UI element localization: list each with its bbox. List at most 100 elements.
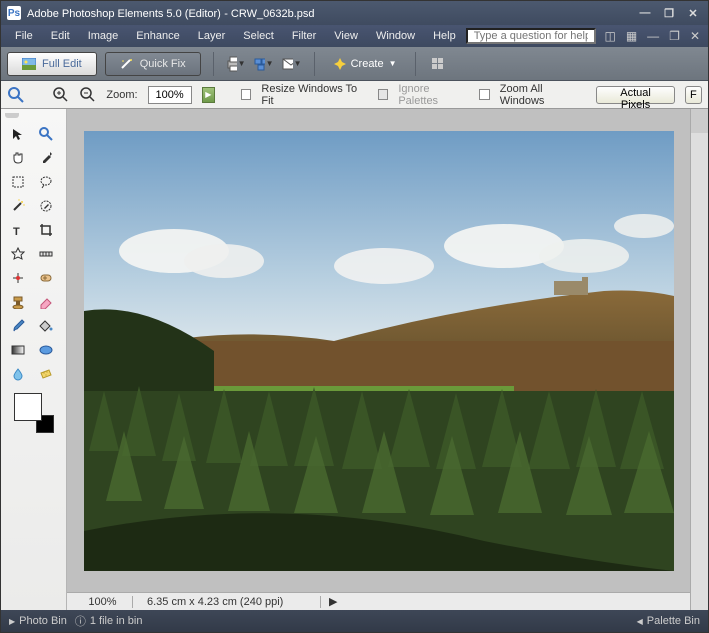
canvas-viewport[interactable] bbox=[67, 109, 690, 592]
lasso-tool[interactable] bbox=[33, 171, 59, 193]
quick-fix-label: Quick Fix bbox=[140, 58, 186, 70]
foreground-color-swatch[interactable] bbox=[14, 393, 42, 421]
menu-window[interactable]: Window bbox=[368, 28, 423, 44]
zoom-in-icon[interactable] bbox=[52, 86, 69, 104]
close-button[interactable]: ✕ bbox=[684, 6, 702, 21]
status-dimensions: 6.35 cm x 4.23 cm (240 ppi) bbox=[141, 596, 321, 608]
palette-bin-toggle[interactable]: ◀ Palette Bin bbox=[637, 615, 700, 627]
minimize-button[interactable]: — bbox=[636, 6, 654, 21]
quick-fix-tab[interactable]: Quick Fix bbox=[105, 52, 201, 76]
menu-image[interactable]: Image bbox=[80, 28, 127, 44]
cookie-cutter-tool[interactable] bbox=[5, 243, 31, 265]
help-search-input[interactable] bbox=[466, 28, 596, 44]
file-count-text: 1 file in bin bbox=[90, 615, 143, 627]
blur-tool[interactable] bbox=[5, 363, 31, 385]
toolbox: T bbox=[1, 109, 67, 610]
eyedropper-tool[interactable] bbox=[33, 147, 59, 169]
svg-text:T: T bbox=[13, 226, 20, 237]
zoom-out-icon[interactable] bbox=[79, 86, 96, 104]
move-tool[interactable] bbox=[5, 123, 31, 145]
thumbnail-grid-icon[interactable] bbox=[428, 54, 448, 74]
document-image bbox=[84, 131, 674, 571]
zoom-tool-indicator-icon bbox=[7, 86, 24, 104]
healing-brush-tool[interactable] bbox=[33, 267, 59, 289]
maximize-button[interactable]: ❐ bbox=[660, 6, 678, 21]
footer-bar: ▶ Photo Bin ⓘ 1 file in bin ◀ Palette Bi… bbox=[1, 610, 708, 632]
create-button[interactable]: Create ▼ bbox=[327, 57, 403, 71]
photo-bin-label: Photo Bin bbox=[19, 615, 67, 627]
eraser-tool[interactable] bbox=[33, 291, 59, 313]
full-edit-tab[interactable]: Full Edit bbox=[7, 52, 97, 76]
paint-bucket-tool[interactable] bbox=[33, 315, 59, 337]
crop-tool[interactable] bbox=[33, 219, 59, 241]
type-tool[interactable]: T bbox=[5, 219, 31, 241]
palette-dock bbox=[690, 109, 708, 610]
app-icon: Ps bbox=[7, 6, 21, 20]
actual-pixels-button[interactable]: Actual Pixels bbox=[596, 86, 674, 104]
gradient-tool[interactable] bbox=[5, 339, 31, 361]
ignore-palettes-checkbox bbox=[378, 89, 389, 100]
menubar: File Edit Image Enhance Layer Select Fil… bbox=[1, 25, 708, 47]
sponge-tool[interactable] bbox=[33, 363, 59, 385]
document-name: CRW_0632b.psd bbox=[231, 8, 315, 20]
options-bar: Zoom: ▶ Resize Windows To Fit Ignore Pal… bbox=[1, 81, 708, 109]
ignore-palettes-label: Ignore Palettes bbox=[398, 83, 469, 107]
magic-wand-tool[interactable] bbox=[5, 195, 31, 217]
menu-filter[interactable]: Filter bbox=[284, 28, 324, 44]
photo-bin-toggle[interactable]: ▶ Photo Bin bbox=[9, 615, 67, 627]
resize-windows-label: Resize Windows To Fit bbox=[261, 83, 367, 107]
grid-toggle-icon[interactable]: ▦ bbox=[624, 29, 639, 43]
zoom-all-label: Zoom All Windows bbox=[500, 83, 587, 107]
status-zoom[interactable]: 100% bbox=[73, 596, 133, 608]
chevron-down-icon: ▼ bbox=[294, 59, 302, 68]
info-icon: ⓘ bbox=[75, 613, 86, 629]
print-icon[interactable]: ▼ bbox=[226, 54, 246, 74]
menu-edit[interactable]: Edit bbox=[43, 28, 78, 44]
menu-enhance[interactable]: Enhance bbox=[128, 28, 187, 44]
menu-file[interactable]: File bbox=[7, 28, 41, 44]
menu-view[interactable]: View bbox=[326, 28, 366, 44]
zoom-all-checkbox[interactable] bbox=[479, 89, 490, 100]
app-name: Adobe Photoshop Elements 5.0 (Editor) bbox=[27, 8, 221, 20]
document-status-bar: 100% 6.35 cm x 4.23 cm (240 ppi) ▶ bbox=[67, 592, 690, 610]
email-icon[interactable]: ▼ bbox=[282, 54, 302, 74]
canvas[interactable] bbox=[84, 131, 674, 571]
chevron-down-icon: ▼ bbox=[389, 59, 397, 68]
doc-restore-icon[interactable]: ❐ bbox=[667, 29, 682, 43]
menu-help[interactable]: Help bbox=[425, 28, 464, 44]
toolbox-grip[interactable] bbox=[5, 113, 19, 118]
status-menu-arrow-icon[interactable]: ▶ bbox=[329, 595, 337, 608]
main-area: T bbox=[1, 109, 708, 610]
zoom-input[interactable] bbox=[148, 86, 192, 104]
palette-grip[interactable] bbox=[691, 109, 708, 133]
zoom-stepper-button[interactable]: ▶ bbox=[202, 87, 215, 103]
titlebar: Ps Adobe Photoshop Elements 5.0 (Editor)… bbox=[1, 1, 708, 25]
resize-windows-checkbox[interactable] bbox=[241, 89, 252, 100]
brush-tool[interactable] bbox=[5, 315, 31, 337]
red-eye-tool[interactable] bbox=[5, 267, 31, 289]
hand-tool[interactable] bbox=[5, 147, 31, 169]
organize-icon[interactable]: ▼ bbox=[254, 54, 274, 74]
modes-toolbar: Full Edit Quick Fix ▼ ▼ ▼ Create ▼ bbox=[1, 47, 708, 81]
file-count: ⓘ 1 file in bin bbox=[75, 613, 143, 629]
color-swatches[interactable] bbox=[14, 393, 54, 433]
menu-layer[interactable]: Layer bbox=[190, 28, 234, 44]
title-text: Adobe Photoshop Elements 5.0 (Editor) - … bbox=[27, 6, 630, 20]
palette-toggle-icon[interactable]: ◫ bbox=[602, 29, 617, 43]
marquee-tool[interactable] bbox=[5, 171, 31, 193]
zoom-label: Zoom: bbox=[106, 89, 137, 101]
zoom-tool[interactable] bbox=[33, 123, 59, 145]
menu-select[interactable]: Select bbox=[235, 28, 282, 44]
triangle-left-icon: ◀ bbox=[637, 617, 643, 626]
triangle-right-icon: ▶ bbox=[9, 617, 15, 626]
selection-brush-tool[interactable] bbox=[33, 195, 59, 217]
photo-icon bbox=[22, 58, 36, 70]
separator bbox=[314, 52, 315, 76]
doc-minimize-icon[interactable]: — bbox=[645, 29, 661, 43]
palette-bin-label: Palette Bin bbox=[647, 615, 700, 627]
fit-screen-button[interactable]: F bbox=[685, 86, 702, 104]
doc-close-icon[interactable]: ✕ bbox=[688, 29, 702, 43]
straighten-tool[interactable] bbox=[33, 243, 59, 265]
clone-stamp-tool[interactable] bbox=[5, 291, 31, 313]
shape-tool[interactable] bbox=[33, 339, 59, 361]
